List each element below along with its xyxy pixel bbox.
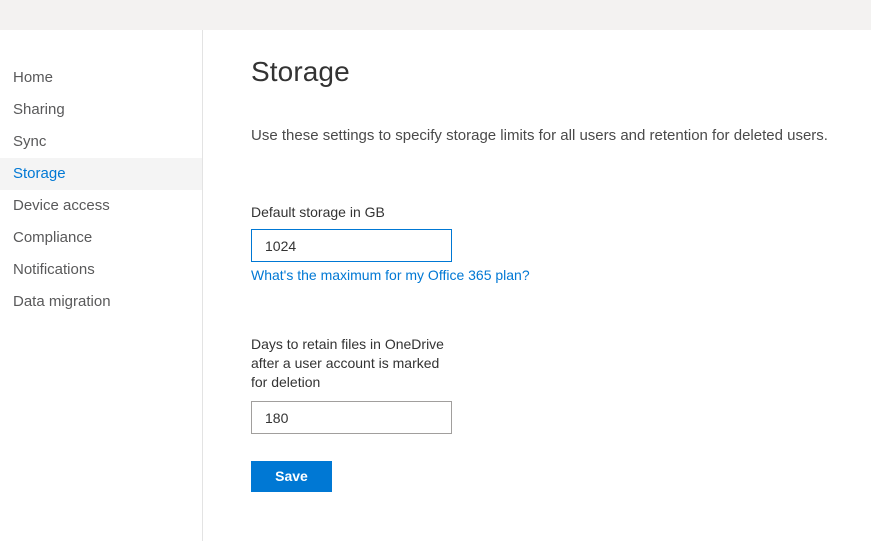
onedrive-admin-storage-page: Home Sharing Sync Storage Device access … [0, 0, 871, 541]
retention-days-field-group: Days to retain files in OneDrive after a… [251, 335, 511, 434]
sidebar-item-storage[interactable]: Storage [0, 158, 202, 190]
suite-top-bar [0, 0, 871, 30]
sidebar-item-home[interactable]: Home [0, 62, 202, 94]
nav-list: Home Sharing Sync Storage Device access … [0, 62, 202, 318]
left-navigation: Home Sharing Sync Storage Device access … [0, 30, 203, 541]
retention-days-input[interactable] [251, 401, 452, 434]
retention-days-label: Days to retain files in OneDrive after a… [251, 336, 444, 390]
main-content: Storage Use these settings to specify st… [204, 30, 871, 541]
sidebar-item-device-access[interactable]: Device access [0, 190, 202, 222]
default-storage-field-group: Default storage in GB What's the maximum… [251, 203, 530, 285]
save-button[interactable]: Save [251, 461, 332, 492]
sidebar-item-data-migration[interactable]: Data migration [0, 286, 202, 318]
default-storage-input[interactable] [251, 229, 452, 262]
sidebar-item-sync[interactable]: Sync [0, 126, 202, 158]
office365-plan-maximum-link[interactable]: What's the maximum for my Office 365 pla… [251, 267, 530, 283]
sidebar-item-compliance[interactable]: Compliance [0, 222, 202, 254]
sidebar-item-notifications[interactable]: Notifications [0, 254, 202, 286]
default-storage-label: Default storage in GB [251, 204, 385, 220]
page-title: Storage [251, 56, 350, 87]
sidebar-item-sharing[interactable]: Sharing [0, 94, 202, 126]
page-description: Use these settings to specify storage li… [251, 127, 828, 144]
